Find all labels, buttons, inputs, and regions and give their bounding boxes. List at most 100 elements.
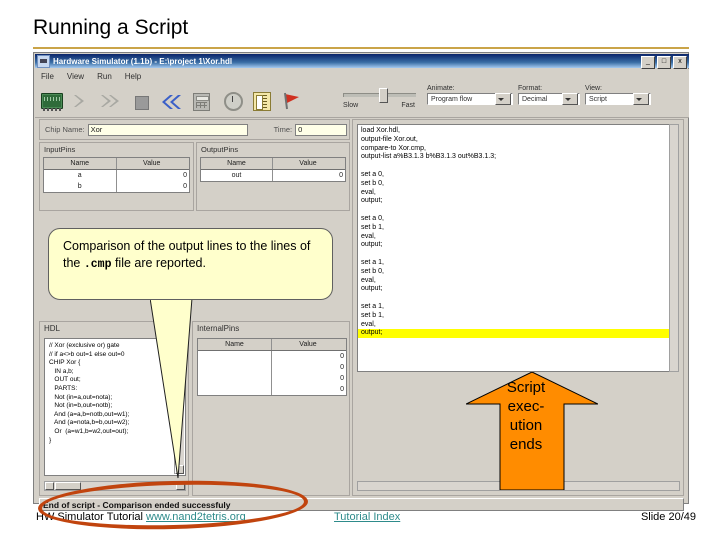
slider-fast-label: Fast bbox=[401, 102, 415, 109]
calculator-icon[interactable] bbox=[188, 87, 215, 114]
speed-slider[interactable]: Slow Fast bbox=[343, 87, 416, 113]
cell-name: out bbox=[201, 170, 273, 181]
script-line bbox=[358, 250, 669, 259]
time-value: 0 bbox=[298, 125, 303, 134]
table-row[interactable]: a 0 bbox=[44, 170, 189, 181]
script-line: set b 0, bbox=[361, 179, 384, 187]
window-controls: _ □ x bbox=[641, 56, 687, 69]
slider-thumb[interactable] bbox=[379, 88, 388, 103]
arrow-label-line: Script bbox=[506, 379, 546, 396]
table-row[interactable]: b 0 bbox=[44, 181, 189, 192]
cell-value: 0 bbox=[183, 183, 187, 190]
script-line: load Xor.hdl, bbox=[361, 127, 400, 134]
scroll-thumb[interactable] bbox=[55, 482, 81, 490]
tutorial-index-link[interactable]: Tutorial Index bbox=[334, 511, 400, 523]
script-code-view[interactable]: load Xor.hdl, output-file Xor.out, compa… bbox=[357, 124, 670, 372]
view-select[interactable]: Script bbox=[585, 93, 651, 105]
script-line: output; bbox=[361, 285, 383, 293]
close-button[interactable]: x bbox=[673, 56, 687, 69]
input-pins-table: Name Value a 0 b 0 bbox=[43, 157, 190, 193]
script-line: output; bbox=[361, 241, 383, 249]
arrow-label-line: exec- bbox=[507, 398, 545, 415]
stop-icon[interactable] bbox=[128, 87, 155, 114]
table-header: Name Value bbox=[44, 158, 189, 170]
chevron-down-icon[interactable] bbox=[562, 93, 578, 105]
cell-value: 0 bbox=[340, 364, 344, 371]
app-icon bbox=[37, 54, 50, 68]
chip-name-bar: Chip Name: Xor Time: 0 bbox=[39, 119, 350, 140]
col-value: Value bbox=[143, 160, 161, 167]
window-titlebar: Hardware Simulator (1.1b) - E:\project 1… bbox=[35, 54, 689, 69]
output-pins-title: OutputPins bbox=[201, 145, 239, 154]
callout-tail bbox=[150, 297, 193, 479]
chip-name-value: Xor bbox=[90, 125, 103, 134]
output-pins-table: Name Value out 0 bbox=[200, 157, 346, 182]
script-line: set a 0, bbox=[361, 214, 384, 222]
callout-mono: .cmp bbox=[83, 258, 112, 271]
input-pins-title: InputPins bbox=[44, 145, 76, 154]
step-icon[interactable] bbox=[68, 87, 95, 114]
cell-value: 0 bbox=[340, 375, 344, 382]
rewind-icon[interactable] bbox=[158, 87, 185, 114]
chip-icon[interactable] bbox=[38, 87, 65, 114]
callout-text-after: file are reported. bbox=[111, 256, 206, 270]
animate-label: Animate: bbox=[427, 85, 455, 92]
menu-item-help[interactable]: Help bbox=[125, 72, 141, 81]
format-select[interactable]: Decimal bbox=[518, 93, 580, 105]
table-header: Name Value bbox=[201, 158, 345, 170]
flag-icon[interactable] bbox=[278, 87, 305, 114]
cell-value: 0 bbox=[340, 353, 344, 360]
animate-select[interactable]: Program flow bbox=[427, 93, 513, 105]
cell-value: 0 bbox=[183, 172, 187, 179]
cell-name: a bbox=[44, 170, 117, 181]
run-icon[interactable] bbox=[98, 87, 125, 114]
title-divider bbox=[33, 47, 689, 49]
time-input[interactable]: 0 bbox=[295, 123, 348, 136]
script-line bbox=[358, 294, 669, 303]
toolbar: Slow Fast Animate: Program flow Format: … bbox=[35, 83, 689, 118]
chip-name-label: Chip Name: bbox=[45, 125, 85, 134]
script-line: eval, bbox=[361, 232, 376, 240]
script-line: set a 0, bbox=[361, 170, 384, 178]
table-row[interactable]: out 0 bbox=[201, 170, 345, 181]
cell-value: 0 bbox=[339, 172, 343, 179]
scroll-left-button[interactable] bbox=[45, 482, 54, 490]
script-vertical-scrollbar[interactable] bbox=[669, 124, 679, 372]
script-line: output-file Xor.out, bbox=[361, 135, 418, 143]
cell-value: 0 bbox=[340, 386, 344, 393]
script-line: set b 1, bbox=[361, 223, 384, 231]
minimize-button[interactable]: _ bbox=[641, 56, 655, 69]
clock-icon[interactable] bbox=[218, 87, 245, 114]
window-title: Hardware Simulator (1.1b) - E:\project 1… bbox=[53, 56, 233, 66]
script-line: output-list a%B3.1.3 b%B3.1.3 out%B3.1.3… bbox=[361, 153, 497, 161]
callout-text: Comparison of the output lines to the li… bbox=[63, 238, 318, 273]
script-line bbox=[358, 162, 669, 171]
format-label: Format: bbox=[518, 85, 543, 92]
script-line bbox=[358, 206, 669, 215]
col-name: Name bbox=[201, 158, 273, 169]
page-title: Running a Script bbox=[33, 16, 189, 39]
chevron-down-icon[interactable] bbox=[495, 93, 511, 105]
script-line: set b 0, bbox=[361, 267, 384, 275]
view-label: View: bbox=[585, 85, 602, 92]
chip-name-input[interactable]: Xor bbox=[87, 123, 248, 136]
script-icon[interactable] bbox=[248, 87, 275, 114]
menu-bar: File View Run Help bbox=[35, 69, 689, 83]
arrow-label-line: ends bbox=[509, 436, 543, 453]
maximize-button[interactable]: □ bbox=[657, 56, 671, 69]
animate-combo-group: Animate: Program flow bbox=[427, 85, 513, 105]
col-value: Value bbox=[299, 160, 317, 167]
animate-value: Program flow bbox=[431, 95, 473, 103]
script-line: eval, bbox=[361, 320, 376, 328]
col-name: Name bbox=[44, 158, 117, 169]
pins-row: InputPins Name Value a 0 b 0 OutputPins bbox=[39, 142, 350, 211]
time-label: Time: bbox=[273, 125, 293, 134]
script-line: output; bbox=[361, 197, 383, 205]
menu-item-file[interactable]: File bbox=[41, 72, 54, 81]
menu-item-run[interactable]: Run bbox=[97, 72, 112, 81]
input-pins-panel: InputPins Name Value a 0 b 0 bbox=[39, 142, 194, 211]
script-line: set b 1, bbox=[361, 311, 384, 319]
menu-item-view[interactable]: View bbox=[67, 72, 84, 81]
format-combo-group: Format: Decimal bbox=[518, 85, 580, 105]
chevron-down-icon[interactable] bbox=[633, 93, 649, 105]
